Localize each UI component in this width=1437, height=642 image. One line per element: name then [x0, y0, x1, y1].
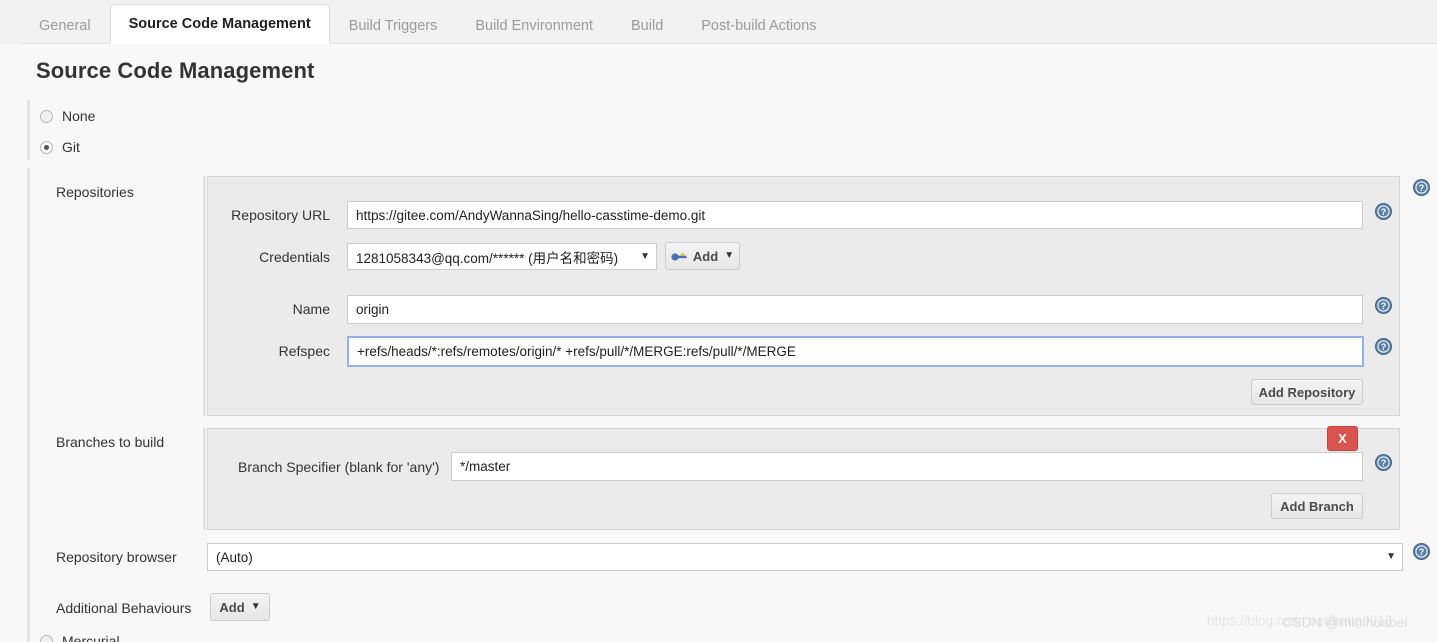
- chevron-down-icon: ▼: [640, 250, 650, 262]
- scm-radio-mercurial-row[interactable]: Mercurial: [40, 633, 120, 642]
- add-branch-button[interactable]: Add Branch: [1271, 493, 1363, 519]
- repository-browser-value: (Auto): [216, 549, 253, 565]
- config-tab-bar: General Source Code Management Build Tri…: [0, 0, 1437, 44]
- add-behaviour-button[interactable]: Add ▼: [210, 593, 270, 621]
- watermark-url: https://blog.csdn.net/lixing0013: [1207, 613, 1393, 628]
- tab-list: General Source Code Management Build Tri…: [20, 0, 836, 44]
- repositories-section-label: Repositories: [56, 184, 134, 200]
- svg-text:?: ?: [1381, 301, 1387, 311]
- repositories-help-icon[interactable]: ?: [1413, 179, 1430, 196]
- svg-text:?: ?: [1381, 458, 1387, 468]
- add-repository-button[interactable]: Add Repository: [1251, 379, 1363, 405]
- jenkins-job-config-page: General Source Code Management Build Tri…: [0, 0, 1437, 642]
- svg-text:?: ?: [1419, 183, 1425, 193]
- tab-build-triggers[interactable]: Build Triggers: [330, 6, 457, 44]
- scm-radio-git-label: Git: [62, 139, 80, 155]
- chevron-down-icon: ▼: [724, 250, 735, 261]
- repository-url-help-icon[interactable]: ?: [1375, 203, 1392, 220]
- tab-source-code-management[interactable]: Source Code Management: [109, 4, 330, 44]
- page-title: Source Code Management: [36, 58, 315, 83]
- name-help-icon[interactable]: ?: [1375, 297, 1392, 314]
- scm-radio-none-label: None: [62, 108, 96, 124]
- scm-radio-mercurial[interactable]: Mercurial: [40, 633, 120, 642]
- refspec-input[interactable]: +refs/heads/*:refs/remotes/origin/* +ref…: [347, 336, 1364, 367]
- repository-browser-select[interactable]: (Auto) ▼: [207, 543, 1403, 571]
- chevron-down-icon: ▼: [250, 601, 261, 612]
- left-section-rule-top: [27, 100, 30, 160]
- branch-specifier-input[interactable]: */master: [451, 452, 1363, 481]
- branches-section-label: Branches to build: [56, 434, 165, 450]
- refspec-label: Refspec: [278, 343, 330, 359]
- add-credentials-label: Add: [692, 248, 719, 264]
- branches-column-divider: [203, 428, 206, 530]
- name-input[interactable]: origin: [347, 295, 1363, 324]
- repository-browser-label: Repository browser: [56, 549, 177, 565]
- svg-text:?: ?: [1419, 547, 1425, 557]
- credentials-label: Credentials: [259, 249, 330, 265]
- chevron-down-icon: ▼: [1386, 551, 1396, 562]
- svg-text:?: ?: [1381, 207, 1387, 217]
- refspec-help-icon[interactable]: ?: [1375, 338, 1392, 355]
- left-section-rule-bottom: [27, 168, 30, 642]
- scm-radio-mercurial-label: Mercurial: [62, 633, 120, 642]
- svg-text:?: ?: [1381, 342, 1387, 352]
- repository-browser-help-icon[interactable]: ?: [1413, 543, 1430, 560]
- additional-behaviours-label: Additional Behaviours: [56, 600, 192, 616]
- tab-general[interactable]: General: [20, 6, 110, 44]
- add-credentials-button[interactable]: Add ▼: [665, 242, 740, 270]
- tab-build[interactable]: Build: [612, 6, 682, 44]
- credentials-select[interactable]: 1281058343@qq.com/****** (用户名和密码) ▼: [347, 243, 657, 270]
- tab-post-build-actions[interactable]: Post-build Actions: [682, 6, 835, 44]
- repository-url-label: Repository URL: [231, 207, 330, 223]
- radio-mercurial-indicator[interactable]: [40, 634, 53, 642]
- add-behaviour-label: Add: [219, 599, 245, 615]
- name-label: Name: [292, 301, 330, 317]
- branch-specifier-help-icon[interactable]: ?: [1375, 454, 1392, 471]
- delete-branch-button[interactable]: X: [1327, 426, 1358, 451]
- branch-specifier-label: Branch Specifier (blank for 'any'): [238, 459, 440, 475]
- radio-git-indicator[interactable]: [40, 140, 53, 154]
- tab-build-environment[interactable]: Build Environment: [456, 6, 612, 44]
- scm-radio-none[interactable]: None: [40, 108, 95, 124]
- scm-radio-git[interactable]: Git: [40, 139, 80, 155]
- credentials-selected-value: 1281058343@qq.com/****** (用户名和密码): [356, 250, 619, 266]
- radio-none-indicator[interactable]: [40, 109, 53, 123]
- watermark-csdn: CSDN @minihuabei: [1282, 614, 1408, 630]
- key-icon: [671, 251, 687, 262]
- repository-url-input[interactable]: https://gitee.com/AndyWannaSing/hello-ca…: [347, 201, 1363, 229]
